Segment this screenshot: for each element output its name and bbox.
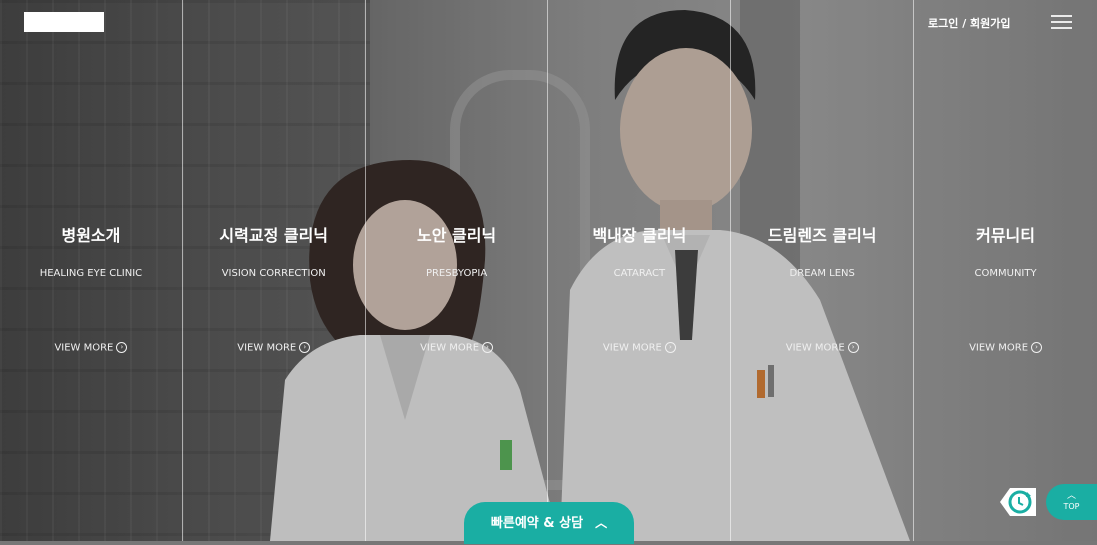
chevron-up-icon: ︿ <box>1066 491 1076 501</box>
view-more-label: VIEW MORE <box>237 342 297 354</box>
arrow-circle-icon: › <box>116 342 128 353</box>
column-subtitle: PRESBYOPIA <box>425 268 488 279</box>
chevron-up-icon: ︿ <box>595 516 608 530</box>
view-more-label: VIEW MORE <box>785 342 845 354</box>
column-subtitle: VISION CORRECTION <box>221 268 326 279</box>
column-title: 커뮤니티 <box>976 226 1035 245</box>
quick-reservation-button[interactable]: 빠른예약 & 상담 ︿ <box>464 502 634 544</box>
column-dream-lens[interactable]: 드림렌즈 클리닉 DREAM LENS VIEW MORE › <box>731 0 915 541</box>
column-cataract[interactable]: 백내장 클리닉 CATARACT VIEW MORE › <box>548 0 732 541</box>
view-more-link[interactable]: VIEW MORE › <box>731 342 913 354</box>
column-title: 드림렌즈 클리닉 <box>767 226 877 245</box>
view-more-label: VIEW MORE <box>969 342 1029 354</box>
quick-reservation-label: 빠른예약 & 상담 <box>490 516 584 531</box>
view-more-link[interactable]: VIEW MORE › <box>183 342 365 354</box>
top-button[interactable]: ︿ TOP <box>1046 484 1097 520</box>
column-subtitle: HEALING EYE CLINIC <box>39 268 143 279</box>
arrow-circle-icon: › <box>299 342 311 353</box>
top-label: TOP <box>1063 502 1080 511</box>
column-subtitle: CATARACT <box>613 268 666 279</box>
column-about[interactable]: 병원소개 HEALING EYE CLINIC VIEW MORE › <box>0 0 183 541</box>
view-more-label: VIEW MORE <box>420 342 480 354</box>
column-presbyopia[interactable]: 노안 클리닉 PRESBYOPIA VIEW MORE › <box>366 0 549 541</box>
arrow-circle-icon: › <box>1031 342 1043 353</box>
column-vision-correction[interactable]: 시력교정 클리닉 VISION CORRECTION VIEW MORE › <box>183 0 366 541</box>
view-more-link[interactable]: VIEW MORE › <box>366 342 548 354</box>
column-title: 노안 클리닉 <box>416 226 497 245</box>
view-more-link[interactable]: VIEW MORE › <box>914 342 1097 354</box>
view-more-label: VIEW MORE <box>602 342 662 354</box>
arrow-circle-icon: › <box>664 342 676 353</box>
view-more-label: VIEW MORE <box>54 342 114 354</box>
column-community[interactable]: 커뮤니티 COMMUNITY VIEW MORE › <box>914 0 1097 541</box>
menu-columns: 병원소개 HEALING EYE CLINIC VIEW MORE › 시력교정 … <box>0 0 1097 541</box>
column-title: 백내장 클리닉 <box>592 226 687 245</box>
column-subtitle: DREAM LENS <box>789 268 855 279</box>
arrow-circle-icon: › <box>847 342 859 353</box>
arrow-circle-icon: › <box>482 342 494 353</box>
column-title: 시력교정 클리닉 <box>219 226 329 245</box>
column-title: 병원소개 <box>61 226 121 245</box>
column-subtitle: COMMUNITY <box>974 268 1037 279</box>
view-more-link[interactable]: VIEW MORE › <box>0 342 182 354</box>
refresh-icon[interactable] <box>998 484 1038 520</box>
view-more-link[interactable]: VIEW MORE › <box>548 342 730 354</box>
